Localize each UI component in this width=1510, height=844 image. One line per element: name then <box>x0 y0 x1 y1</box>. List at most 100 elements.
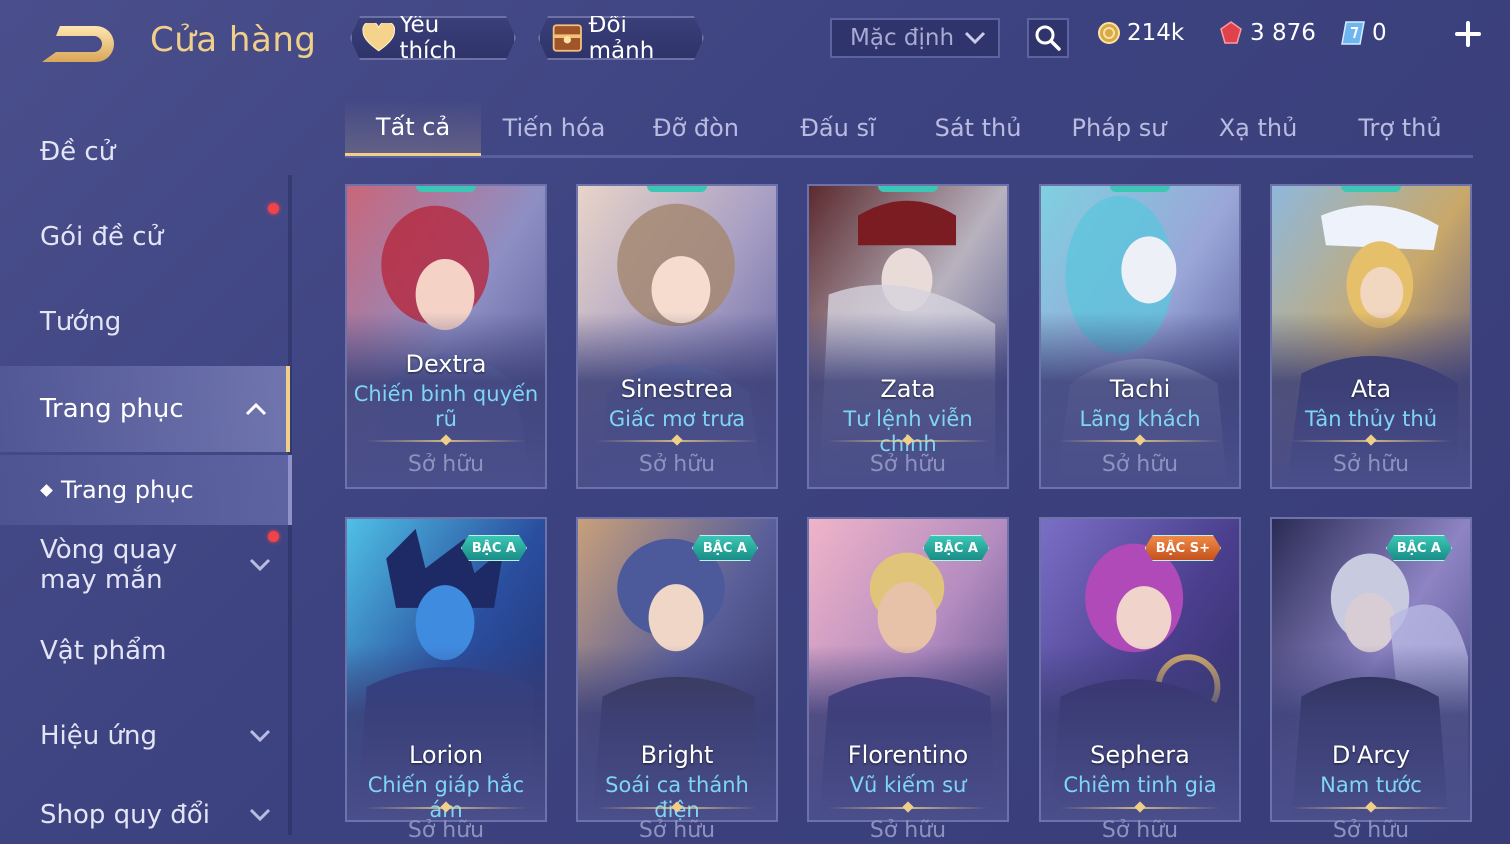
sidebar-item-recommended[interactable]: Đề cử <box>0 110 290 194</box>
rank-badge: BẬC A <box>923 535 989 561</box>
hero-name: Lorion <box>408 741 484 769</box>
back-button[interactable] <box>38 22 118 66</box>
sort-dropdown[interactable]: Mặc định <box>830 18 1000 58</box>
sidebar-item-label: Tướng <box>40 307 122 337</box>
back-arrow-icon <box>42 26 114 62</box>
hero-name: Zata <box>880 375 936 403</box>
tab-support[interactable]: Trợ thủ <box>1333 100 1467 156</box>
tab-assassin[interactable]: Sát thủ <box>911 100 1045 156</box>
tab-mage[interactable]: Pháp sư <box>1051 100 1187 156</box>
skin-name: Tân thủy thủ <box>1304 407 1438 431</box>
skin-card[interactable]: BẬC A Florentino Vũ kiếm sư <box>807 517 1009 822</box>
skin-name: Lãng khách <box>1079 407 1201 431</box>
hero-name: Dextra <box>405 350 487 378</box>
card-divider <box>365 807 527 809</box>
favorites-label: Yêu thích <box>399 12 457 64</box>
owned-status: Sở hữu <box>1101 818 1179 843</box>
skin-name: Nam tước <box>1320 773 1422 797</box>
sidebar-item-label: Gói đề cử <box>40 222 164 252</box>
sidebar-item-lucky-spin[interactable]: Vòng quay may mắn <box>0 525 290 605</box>
skin-card[interactable]: Zata Tư lệnh viễn chinh Sở hữu <box>807 184 1009 489</box>
owned-status: Sở hữu <box>869 818 947 843</box>
skin-name: Tư lệnh viễn chinh <box>843 407 973 456</box>
card-divider <box>827 440 989 442</box>
card-divider <box>596 440 758 442</box>
rank-badge: BẬC A <box>1386 535 1452 561</box>
owned-status: Sở hữu <box>1101 452 1179 477</box>
hero-name: D'Arcy <box>1331 741 1411 769</box>
card-divider <box>596 807 758 809</box>
tab-evolution[interactable]: Tiến hóa <box>487 100 621 156</box>
tab-all[interactable]: Tất cả <box>345 100 481 156</box>
card-top-tab <box>1110 186 1170 192</box>
diamond-bullet-icon <box>40 483 53 497</box>
hero-name: Sephera <box>1090 741 1190 769</box>
gold-coin-icon <box>1098 22 1120 44</box>
add-currency-button[interactable] <box>1452 18 1484 50</box>
skin-name: Vũ kiếm sư <box>849 773 967 797</box>
sidebar-item-label: Vật phẩm <box>40 636 167 666</box>
skin-card[interactable]: BẬC A Lorion Chiến giáp hắc ám <box>345 517 547 822</box>
owned-status: Sở hữu <box>1332 452 1410 477</box>
ruby-value: 3 876 <box>1250 20 1316 46</box>
chevron-down-icon <box>249 808 271 822</box>
chevron-down-icon <box>964 31 986 45</box>
skin-card[interactable]: Tachi Lãng khách Sở hữu <box>1039 184 1241 489</box>
card-top-tab <box>1341 186 1401 192</box>
card-divider <box>365 440 527 442</box>
voucher-balance: 0 <box>1340 20 1387 46</box>
search-button[interactable] <box>1027 18 1069 58</box>
sort-value: Mặc định <box>850 25 955 51</box>
ruby-balance: 3 876 <box>1218 20 1316 46</box>
sidebar-item-exchange-shop[interactable]: Shop quy đổi <box>0 780 290 844</box>
tab-tank[interactable]: Đỡ đòn <box>629 100 763 156</box>
chevron-down-icon <box>249 558 271 572</box>
skin-card[interactable]: Ata Tân thủy thủ Sở hữu <box>1270 184 1472 489</box>
voucher-value: 0 <box>1372 20 1387 46</box>
skin-card[interactable]: Sinestrea Giấc mơ trưa Sở hữu <box>576 184 778 489</box>
sidebar-item-label: Trang phục <box>40 394 184 424</box>
chevron-down-icon <box>249 729 271 743</box>
sidebar: Đề cử Gói đề cử Tướng Trang phục Trang p… <box>0 95 300 844</box>
hero-name: Florentino <box>847 741 969 769</box>
skin-name: Soái ca thánh điện <box>605 773 749 820</box>
top-bar: Cửa hàng Yêu thích Đổi mảnh Mặc định 214… <box>0 0 1510 80</box>
hero-name: Ata <box>1350 375 1392 403</box>
card-divider <box>827 807 989 809</box>
hero-name: Bright <box>640 741 714 769</box>
tab-fighter[interactable]: Đấu sĩ <box>771 100 905 156</box>
page-title: Cửa hàng <box>150 20 317 60</box>
sidebar-item-label: Shop quy đổi <box>40 800 210 830</box>
gold-balance: 214k <box>1097 20 1184 46</box>
rank-badge: BẬC A <box>461 535 527 561</box>
sidebar-subitem-skins[interactable]: Trang phục <box>0 455 292 525</box>
exchange-label: Đổi mảnh <box>588 12 655 64</box>
card-divider <box>1059 440 1221 442</box>
card-divider <box>1290 807 1452 809</box>
skin-card[interactable]: BẬC A Bright Soái ca thánh điện <box>576 517 778 822</box>
role-tabs: Tất cả Tiến hóa Đỡ đòn Đấu sĩ Sát thủ Ph… <box>345 100 1473 158</box>
card-divider <box>1290 440 1452 442</box>
sidebar-item-skins[interactable]: Trang phục <box>0 366 290 452</box>
owned-status: Sở hữu <box>407 452 485 477</box>
skin-name: Chiến giáp hắc ám <box>367 773 525 820</box>
owned-status: Sở hữu <box>407 818 485 843</box>
owned-status: Sở hữu <box>1332 818 1410 843</box>
card-top-tab <box>647 186 707 192</box>
sidebar-item-recommended-bundles[interactable]: Gói đề cử <box>0 195 290 279</box>
notification-dot <box>268 531 279 542</box>
sidebar-item-heroes[interactable]: Tướng <box>0 280 290 364</box>
tab-marksman[interactable]: Xạ thủ <box>1191 100 1325 156</box>
exchange-fragments-button[interactable]: Đổi mảnh <box>538 16 704 60</box>
rank-badge: BẬC A <box>692 535 758 561</box>
favorites-button[interactable]: Yêu thích <box>350 16 516 60</box>
skin-name: Giấc mơ trưa <box>608 407 746 431</box>
skin-card[interactable]: BẬC S+ Sephera Chiêm tinh gia <box>1039 517 1241 822</box>
skin-card[interactable]: BẬC A D'Arcy Nam tước <box>1270 517 1472 822</box>
voucher-icon <box>1341 21 1365 45</box>
sidebar-item-effects[interactable]: Hiệu ứng <box>0 694 290 778</box>
owned-status: Sở hữu <box>869 452 947 477</box>
skin-card[interactable]: Dextra Chiến binh quyến rũ Sở hữu <box>345 184 547 489</box>
hero-name: Tachi <box>1109 375 1171 403</box>
sidebar-item-items[interactable]: Vật phẩm <box>0 609 290 693</box>
